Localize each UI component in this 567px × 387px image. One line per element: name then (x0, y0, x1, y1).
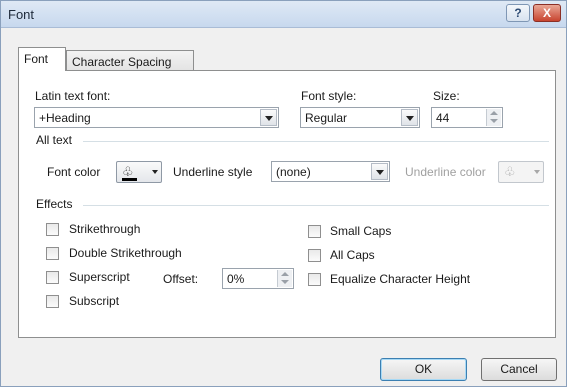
superscript-label: Superscript (69, 270, 130, 284)
underline-style-label: Underline style (173, 165, 253, 179)
dialog-title: Font (8, 7, 35, 22)
font-style-label: Font style: (301, 89, 357, 103)
offset-spinner[interactable]: 0% (222, 268, 294, 289)
offset-spin-buttons[interactable] (277, 270, 292, 287)
underline-style-select[interactable]: (none) (271, 161, 390, 182)
title-bar: Font ? X (1, 1, 566, 28)
cancel-button[interactable]: Cancel (481, 358, 557, 381)
font-style-select[interactable]: Regular (300, 107, 420, 128)
chevron-down-icon[interactable] (401, 109, 418, 126)
spin-down-icon[interactable] (281, 280, 289, 284)
size-label: Size: (433, 89, 460, 103)
latin-font-select[interactable]: +Heading (34, 107, 279, 128)
offset-label: Offset: (163, 272, 199, 286)
latin-font-label: Latin text font: (35, 89, 111, 103)
offset-value: 0% (227, 272, 245, 286)
size-spinner[interactable]: 44 (431, 107, 503, 128)
tab-font[interactable]: Font (18, 47, 66, 71)
font-color-label: Font color (47, 165, 101, 179)
font-style-value: Regular (305, 111, 348, 125)
font-dialog: Font ? X Font Character Spacing Latin te… (0, 0, 567, 387)
chevron-down-icon (534, 170, 540, 174)
spin-down-icon[interactable] (490, 119, 498, 123)
font-color-button[interactable]: ♧ (116, 161, 162, 183)
paint-bucket-icon: ♧ (504, 164, 516, 179)
subscript-label: Subscript (69, 294, 120, 308)
small-caps-checkbox[interactable] (308, 225, 321, 238)
effects-section-label: Effects (36, 197, 73, 211)
size-value: 44 (436, 111, 450, 125)
all-text-divider (83, 141, 549, 142)
tab-character-spacing[interactable]: Character Spacing (66, 50, 194, 71)
chevron-down-icon (152, 170, 158, 174)
tab-font-label: Font (24, 52, 49, 66)
equalize-character-height-label: Equalize Character Height (330, 272, 471, 286)
tab-character-spacing-label: Character Spacing (72, 55, 172, 69)
underline-color-button[interactable]: ♧ (498, 161, 544, 183)
all-caps-label: All Caps (330, 248, 375, 262)
double-strikethrough-checkbox[interactable] (46, 247, 59, 260)
chevron-down-icon[interactable] (371, 163, 388, 180)
font-color-swatch (122, 178, 137, 181)
underline-color-label: Underline color (405, 165, 486, 179)
equalize-character-height-checkbox[interactable] (308, 273, 321, 286)
all-text-section-label: All text (36, 133, 73, 147)
help-button[interactable]: ? (506, 4, 530, 22)
strikethrough-label: Strikethrough (69, 222, 141, 236)
small-caps-label: Small Caps (330, 224, 392, 238)
close-button[interactable]: X (533, 4, 561, 22)
size-spin-buttons[interactable] (486, 109, 501, 126)
underline-style-value: (none) (276, 165, 311, 179)
strikethrough-checkbox[interactable] (46, 223, 59, 236)
double-strikethrough-label: Double Strikethrough (69, 246, 182, 260)
superscript-checkbox[interactable] (46, 271, 59, 284)
spin-up-icon[interactable] (281, 272, 289, 276)
spin-up-icon[interactable] (490, 111, 498, 115)
subscript-checkbox[interactable] (46, 295, 59, 308)
all-caps-checkbox[interactable] (308, 249, 321, 262)
ok-button[interactable]: OK (380, 358, 467, 381)
effects-divider (83, 205, 549, 206)
chevron-down-icon[interactable] (260, 109, 277, 126)
latin-font-value: +Heading (39, 111, 91, 125)
